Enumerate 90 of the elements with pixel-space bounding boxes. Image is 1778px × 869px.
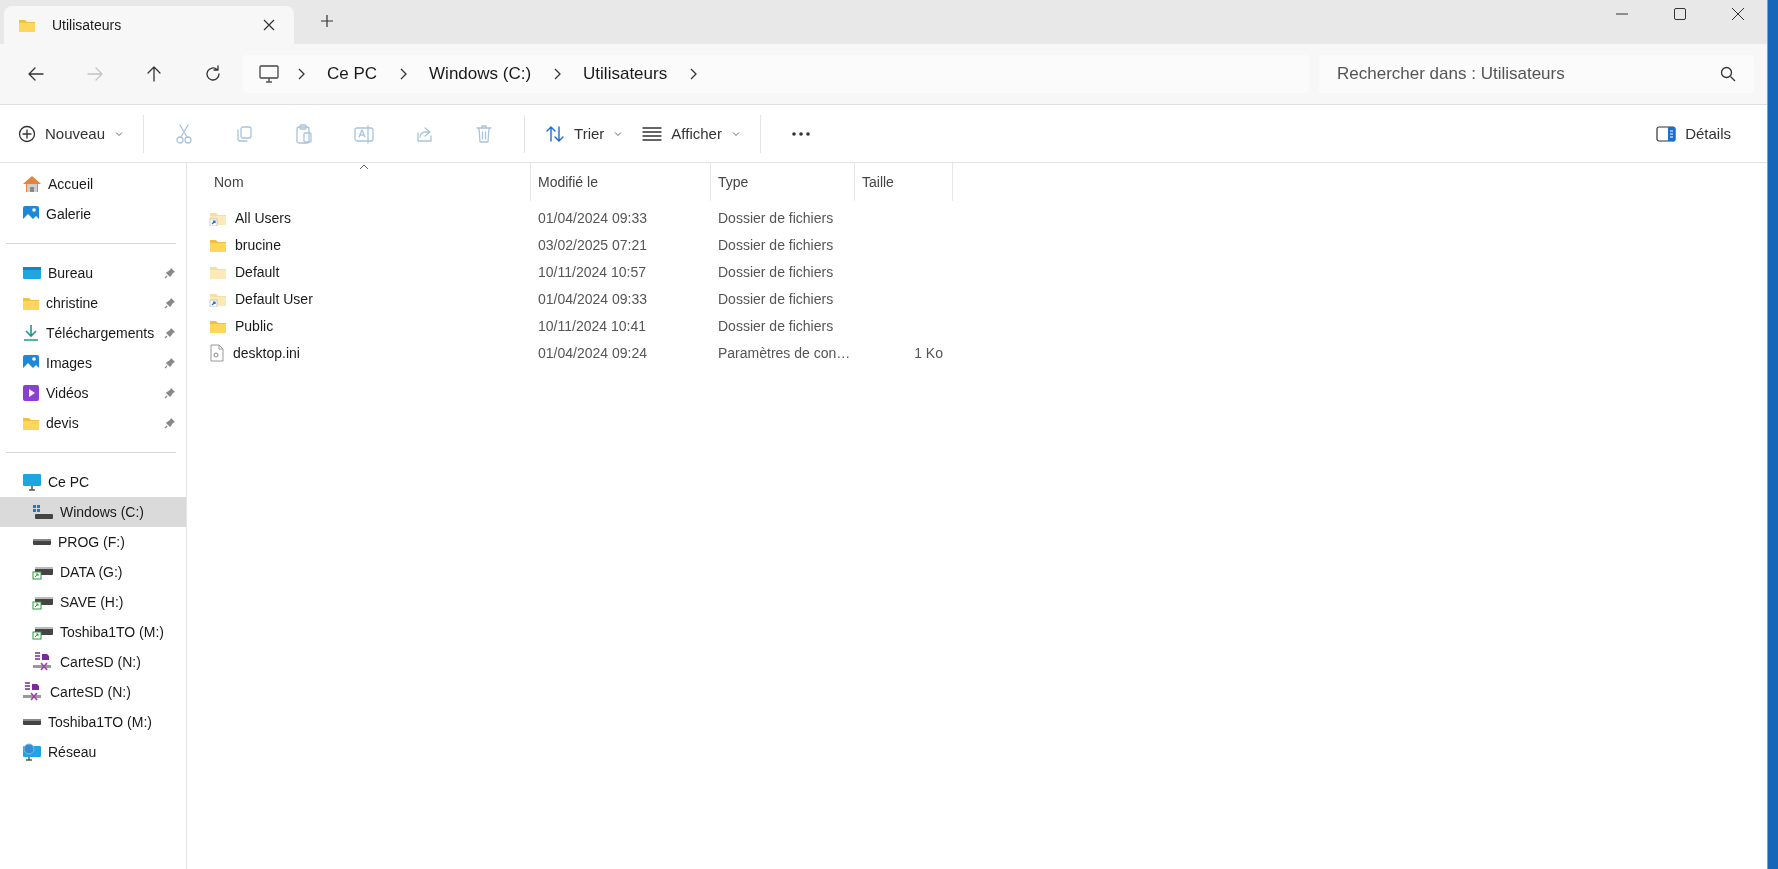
column-header[interactable]: Type (711, 163, 855, 201)
sidebar-item[interactable]: Toshiba1TO (M:) (0, 617, 186, 647)
sort-button[interactable]: Trier (535, 113, 633, 154)
close-icon (262, 18, 276, 32)
sidebar-item[interactable]: Images (0, 348, 186, 378)
date-cell-text: 01/04/2024 09:33 (537, 290, 648, 307)
column-header[interactable]: Taille (855, 163, 953, 201)
sidebar-item[interactable]: Vidéos (0, 378, 186, 408)
sidebar-item[interactable]: SAVE (H:) (0, 587, 186, 617)
sidebar-item[interactable]: Réseau (0, 737, 186, 767)
monitor-icon (22, 265, 42, 281)
picture-icon (22, 205, 40, 223)
drive-icon (32, 564, 54, 580)
tab[interactable]: Utilisateurs (4, 6, 294, 44)
date-cell-text: 01/04/2024 09:33 (537, 209, 648, 226)
sidebar-item[interactable]: Toshiba1TO (M:) (0, 707, 186, 737)
close-icon (1731, 7, 1745, 21)
sidebar-item[interactable]: Ce PC (0, 467, 186, 497)
sidebar-item[interactable]: devis (0, 408, 186, 438)
new-button[interactable]: Nouveau (8, 113, 134, 154)
file-name[interactable]: All Users (207, 209, 531, 226)
type-cell-text: Paramètres de con… (717, 344, 852, 361)
picture-icon (22, 354, 40, 372)
folder-icon (22, 415, 40, 431)
chevron-right-icon (399, 68, 408, 80)
view-button[interactable]: Afficher (632, 113, 750, 154)
sidebar-item[interactable]: Accueil (0, 169, 186, 199)
pin-icon (164, 267, 176, 279)
details-button[interactable]: Détails (1646, 113, 1741, 154)
chevron-down-icon (614, 130, 623, 137)
pin-icon (164, 327, 177, 339)
sort-caret-icon (359, 164, 369, 170)
column-header[interactable]: Nom (207, 163, 531, 201)
sidebar-item[interactable]: CarteSD (N:) (0, 677, 186, 707)
download-icon (22, 324, 40, 342)
plus-icon (320, 14, 334, 28)
date-cell-text: 03/02/2025 07:21 (537, 236, 648, 253)
folder-icon (18, 17, 36, 33)
sidebar-item[interactable]: Bureau (0, 258, 186, 288)
drive-icon (22, 717, 42, 727)
panel-icon (1656, 125, 1677, 142)
file-icon (209, 343, 225, 362)
file-name[interactable]: Default (207, 263, 531, 280)
type-cell-text: Dossier de fichiers (717, 263, 835, 280)
sidebar-item[interactable]: DATA (G:) (0, 557, 186, 587)
type-cell-text: Dossier de fichiers (717, 209, 835, 226)
drive-icon (32, 594, 54, 610)
pin-icon (164, 387, 176, 399)
video-icon (22, 384, 40, 402)
type-cell-text: Dossier de fichiers (717, 290, 835, 307)
sidebar-item[interactable]: PROG (F:) (0, 527, 186, 557)
type-cell-text: Dossier de fichiers (717, 236, 835, 253)
chevron-right-icon (689, 68, 698, 80)
chevron-down-icon (731, 130, 740, 137)
file-name[interactable]: Public (207, 317, 531, 334)
pin-icon (164, 297, 176, 309)
drive-icon (32, 537, 52, 547)
sidebar-item[interactable]: Téléchargements (0, 318, 186, 348)
chevron-right-icon (553, 68, 562, 80)
type-cell-text: Dossier de fichiers (717, 317, 835, 334)
sidebar-item[interactable]: CarteSD (N:) (0, 647, 186, 677)
date-cell-text: 10/11/2024 10:57 (537, 263, 647, 280)
breadcrumb-item[interactable]: Ce PC (323, 64, 382, 84)
maximize-icon (1673, 7, 1687, 21)
pin-icon (164, 417, 176, 429)
breadcrumb-item[interactable]: Utilisateurs (579, 64, 672, 84)
computer-icon (22, 473, 42, 491)
size-cell: 1 Ko (914, 344, 943, 361)
search-icon (1720, 66, 1736, 82)
chevron-right-icon (297, 68, 305, 80)
column-header[interactable]: Modifié le (531, 163, 711, 201)
sidebar-item[interactable]: christine (0, 288, 186, 318)
drive-icon (32, 624, 54, 640)
date-cell-text: 01/04/2024 09:24 (537, 344, 648, 361)
sidebar-item[interactable]: Galerie (0, 199, 186, 229)
date-cell-text: 10/11/2024 10:41 (537, 317, 647, 334)
breadcrumb-item[interactable]: Windows (C:) (425, 64, 536, 84)
sidebar-item[interactable]: Windows (C:) (0, 497, 186, 527)
search-field[interactable]: Rechercher dans : Utilisateurs (1319, 55, 1754, 93)
file-name[interactable]: Default User (207, 290, 531, 307)
file-name[interactable]: desktop.ini (207, 343, 531, 362)
drive-icon (32, 504, 54, 520)
folder-icon (22, 295, 40, 311)
chevron-down-icon (115, 130, 124, 137)
pin-icon (164, 357, 176, 369)
house-icon (22, 175, 42, 193)
file-name[interactable]: brucine (207, 236, 531, 253)
address-bar[interactable]: Ce PC Windows (C:) Utilisateurs (243, 55, 1309, 93)
monitor-icon (259, 65, 279, 83)
globe-icon (22, 743, 42, 761)
